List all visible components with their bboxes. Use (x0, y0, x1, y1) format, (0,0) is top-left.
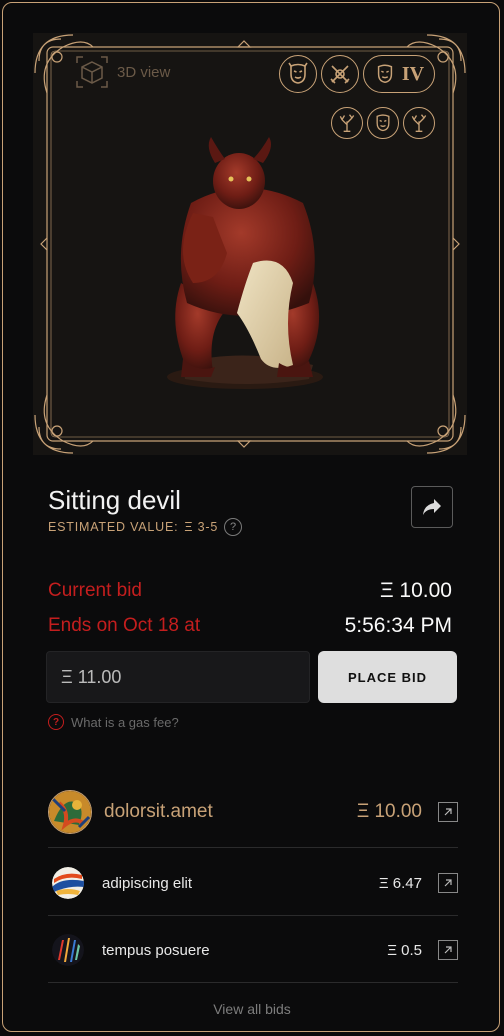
tier-label: IV (401, 62, 425, 85)
3d-view-toggle[interactable]: 3D view (75, 55, 170, 89)
bid-row: adipiscing elit Ξ 6.47 (48, 866, 458, 900)
attribute-badges-secondary (331, 107, 435, 139)
current-bid-label: Current bid (48, 580, 142, 601)
divider (48, 982, 458, 983)
cube-icon (76, 56, 108, 88)
auction-end-label: Ends on Oct 18 at (48, 615, 201, 636)
estimated-value: ESTIMATED VALUE: Ξ 3-5 ? (48, 518, 243, 536)
devil-statue-image (167, 137, 323, 389)
avatar (52, 934, 84, 966)
tree-icon[interactable] (331, 107, 363, 139)
estimated-value-label: ESTIMATED VALUE: (48, 520, 179, 534)
place-bid-button[interactable]: PLACE BID (318, 651, 457, 703)
external-link-icon[interactable] (438, 940, 458, 960)
bidder-name[interactable]: tempus posuere (102, 942, 387, 959)
current-bid-value: Ξ 10.00 (379, 579, 452, 602)
attribute-badges: IV (279, 55, 435, 93)
view-all-bids-link[interactable]: View all bids (3, 1001, 499, 1017)
help-icon: ? (48, 714, 64, 730)
share-button[interactable] (411, 486, 453, 528)
tree-icon[interactable] (403, 107, 435, 139)
mask-icon[interactable] (279, 55, 317, 93)
help-icon[interactable]: ? (224, 518, 243, 536)
bid-amount: Ξ 6.47 (378, 874, 422, 892)
bid-row-top: dolorsit.amet Ξ 10.00 (48, 789, 458, 835)
bid-card: 3D view IV Sitting devil ESTIMATED VALUE… (2, 2, 500, 1032)
3d-view-label: 3D view (117, 63, 171, 81)
crossed-swords-icon[interactable] (321, 55, 359, 93)
bid-row: tempus posuere Ξ 0.5 (48, 933, 458, 967)
bid-amount-input[interactable] (46, 651, 310, 703)
bidder-name[interactable]: dolorsit.amet (104, 801, 357, 823)
estimated-value-amount: Ξ 3-5 (184, 520, 219, 534)
bid-amount: Ξ 0.5 (387, 941, 422, 959)
tier-badge[interactable]: IV (363, 55, 435, 93)
artwork-panel[interactable]: 3D view IV (33, 33, 467, 455)
auction-end-time: 5:56:34 PM (344, 614, 452, 637)
gas-fee-help[interactable]: ? What is a gas fee? (48, 714, 179, 730)
mask-icon (377, 64, 393, 83)
share-arrow-icon (423, 499, 441, 515)
avatar (52, 867, 84, 899)
external-link-icon[interactable] (438, 873, 458, 893)
avatar (48, 790, 92, 834)
divider (48, 915, 458, 916)
gas-fee-link[interactable]: What is a gas fee? (71, 715, 179, 730)
item-title: Sitting devil (48, 485, 181, 515)
bidder-name[interactable]: adipiscing elit (102, 875, 379, 892)
external-link-icon[interactable] (438, 802, 458, 822)
mask-icon[interactable] (367, 107, 399, 139)
bid-amount: Ξ 10.00 (356, 801, 422, 822)
divider (48, 847, 458, 848)
